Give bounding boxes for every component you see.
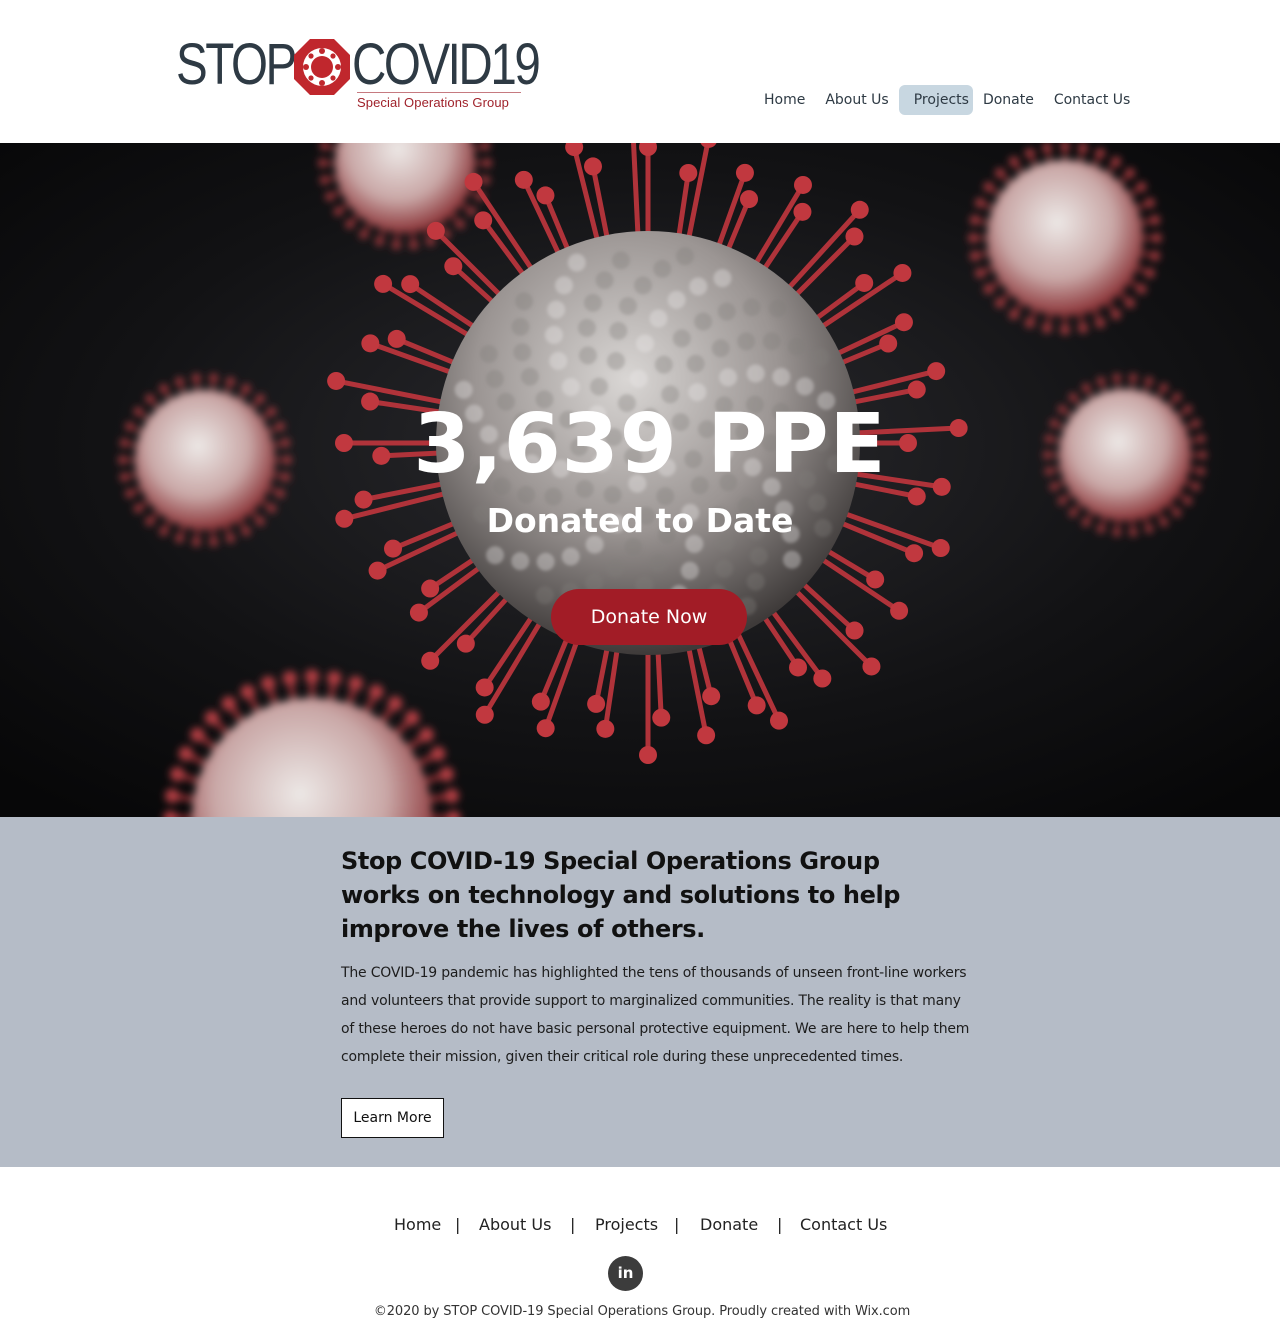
logo-word-stop: STOP <box>176 32 297 97</box>
donate-now-button[interactable]: Donate Now <box>551 589 747 645</box>
footer-nav-donate[interactable]: Donate <box>700 1212 758 1238</box>
logo-tagline: Special Operations Group <box>357 95 509 110</box>
nav-projects[interactable]: Projects <box>898 85 973 115</box>
footer-nav-about-us[interactable]: About Us <box>479 1212 551 1238</box>
nav-about-us[interactable]: About Us <box>815 85 898 115</box>
main-nav: Home About Us Projects Donate Contact Us <box>754 85 1140 115</box>
ppe-donated-count: 3,639 PPE <box>413 397 887 492</box>
site-footer: Home | About Us | Projects | Donate | Co… <box>0 1167 1280 1326</box>
copyright-text: ©2020 by STOP COVID-19 Special Operation… <box>373 1304 911 1319</box>
about-paragraph: The COVID-19 pandemic has highlighted th… <box>341 965 970 1065</box>
linkedin-icon[interactable]: in <box>608 1256 643 1291</box>
learn-more-button[interactable]: Learn More <box>341 1098 444 1138</box>
nav-donate[interactable]: Donate <box>973 85 1044 115</box>
footer-nav-separator: | <box>570 1215 576 1234</box>
logo-word-covid: COVID19 <box>352 32 541 97</box>
footer-nav-separator: | <box>674 1215 680 1234</box>
about-heading: Stop COVID-19 Special Operations Group w… <box>341 847 901 943</box>
virus-stop-icon <box>294 39 350 95</box>
footer-nav-projects[interactable]: Projects <box>595 1212 658 1238</box>
about-section: Stop COVID-19 Special Operations Group w… <box>0 817 1280 1167</box>
footer-nav: Home | About Us | Projects | Donate | Co… <box>0 1212 1280 1238</box>
footer-nav-separator: | <box>455 1215 461 1234</box>
nav-home[interactable]: Home <box>754 85 815 115</box>
footer-nav-home[interactable]: Home <box>394 1212 441 1238</box>
ppe-donated-subtitle: Donated to Date <box>486 501 794 540</box>
hero-section: 3,639 PPE Donated to Date Donate Now <box>0 143 1280 817</box>
footer-nav-contact-us[interactable]: Contact Us <box>800 1212 887 1238</box>
nav-contact-us[interactable]: Contact Us <box>1044 85 1140 115</box>
logo-divider <box>357 92 521 93</box>
footer-nav-separator: | <box>777 1215 783 1234</box>
site-header: STOP COVID19 Special Operations Group Ho… <box>0 0 1280 143</box>
site-logo[interactable]: STOP COVID19 Special Operations Group <box>176 32 541 112</box>
